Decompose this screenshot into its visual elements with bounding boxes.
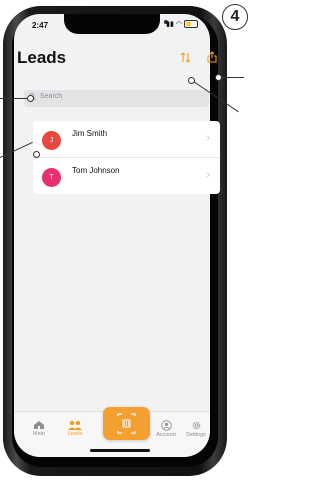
tab-label: Settings — [186, 432, 206, 438]
lead-row[interactable]: T Tom Johnson › — [33, 158, 220, 194]
home-icon — [34, 421, 44, 429]
callout-dot — [33, 151, 40, 158]
notch — [64, 14, 160, 34]
callout-dot — [27, 95, 34, 102]
share-icon — [207, 51, 217, 63]
tab-label: Leads — [67, 431, 83, 437]
callout-line — [0, 98, 29, 99]
sort-button[interactable] — [180, 52, 191, 66]
chevron-right-icon: › — [206, 132, 210, 144]
lead-row[interactable]: J Jim Smith › — [33, 121, 220, 158]
signal-icon: ▮▮ — [166, 21, 174, 28]
search-input[interactable]: Search — [40, 93, 62, 100]
avatar: J — [42, 131, 61, 150]
lead-name: Jim Smith — [72, 129, 108, 138]
battery-icon — [184, 20, 198, 28]
home-indicator — [90, 449, 150, 452]
status-icons: ▮▮ ◠ — [166, 20, 198, 28]
tab-settings[interactable]: Settings — [181, 420, 211, 438]
search-field[interactable]: Search — [24, 90, 209, 107]
tab-label: Main — [33, 431, 45, 437]
chevron-right-icon: › — [206, 169, 210, 181]
sort-arrows-icon — [180, 52, 191, 63]
page-title: Leads — [17, 48, 67, 67]
tab-leads[interactable]: Leads — [60, 420, 90, 437]
wifi-icon: ◠ — [175, 21, 182, 28]
tab-main[interactable]: Main — [24, 420, 54, 437]
callout-dot — [188, 77, 195, 84]
leads-list: J Jim Smith › T Tom Johnson › — [33, 121, 220, 194]
scan-button[interactable] — [103, 407, 150, 440]
status-time: 2:47 — [32, 21, 49, 30]
account-icon — [160, 420, 172, 431]
callout-dot — [215, 74, 222, 81]
gear-icon — [192, 421, 200, 430]
share-button[interactable] — [207, 50, 217, 68]
app-screen: 2:47 ▮▮ ◠ — [14, 14, 210, 456]
step-number-badge: 4 — [222, 4, 248, 30]
tab-label: Account — [156, 432, 176, 438]
lead-name: Tom Johnson — [72, 166, 120, 175]
people-icon — [68, 420, 82, 430]
avatar: T — [42, 168, 61, 187]
scan-icon — [117, 413, 136, 434]
tab-account[interactable]: Account — [149, 420, 183, 438]
callout-line — [222, 77, 244, 78]
tab-bar: Main Leads Account Settings — [14, 407, 211, 457]
